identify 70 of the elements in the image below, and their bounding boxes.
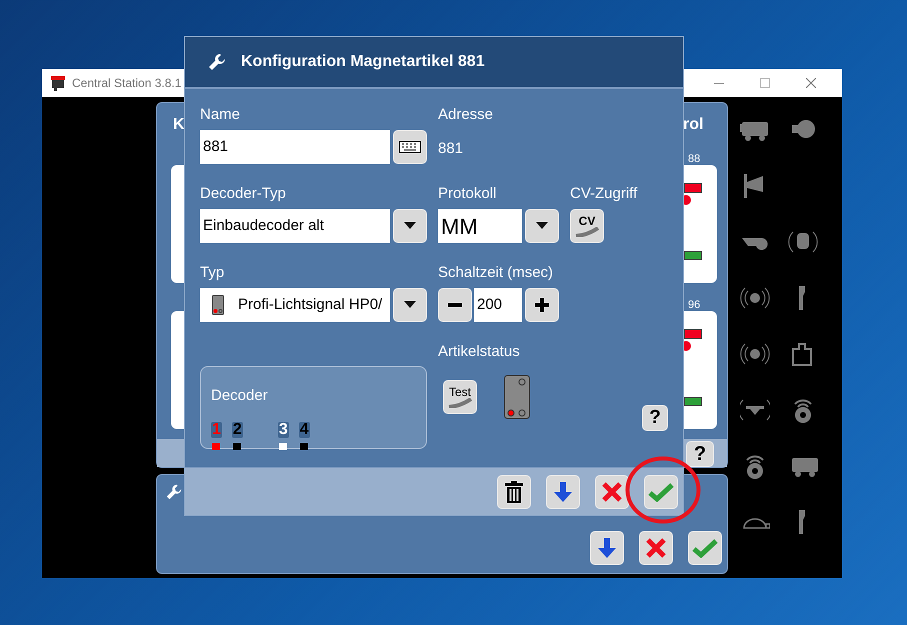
signal-bar — [684, 329, 702, 339]
cancel-button[interactable] — [595, 474, 629, 508]
help-button[interactable]: ? — [642, 405, 668, 431]
cancel-icon — [601, 480, 623, 502]
panel-title: rol — [683, 115, 704, 135]
light-signal-icon — [504, 375, 530, 419]
card-label: 88 — [688, 152, 700, 167]
decoder-type-select[interactable]: Einbaudecoder alt — [200, 209, 390, 243]
checkmark-icon — [648, 482, 674, 502]
signal-bar — [684, 397, 702, 406]
address-value: 881 — [438, 139, 464, 159]
trash-icon — [505, 480, 523, 502]
output-number: 2 — [232, 422, 243, 438]
dialog-title: Konfiguration Magnetartikel 881 — [241, 52, 485, 72]
name-field[interactable]: 881 — [200, 130, 390, 164]
move-down-button[interactable] — [590, 531, 624, 565]
close-icon — [806, 78, 816, 88]
delete-button[interactable] — [497, 474, 531, 508]
dropdown-button[interactable] — [393, 209, 427, 243]
card-label: 96 — [688, 298, 700, 313]
minus-icon — [448, 303, 462, 307]
confirm-button[interactable] — [644, 474, 678, 508]
wrench-icon — [207, 52, 227, 72]
cancel-icon — [645, 537, 667, 559]
help-button[interactable]: ? — [686, 441, 714, 467]
field-label: Decoder-Typ — [200, 185, 287, 203]
field-label: CV-Zugriff — [570, 185, 638, 203]
keyboard-icon — [399, 141, 421, 153]
output-number: 3 — [278, 422, 289, 438]
dropdown-button[interactable] — [525, 209, 559, 243]
move-down-button[interactable] — [546, 474, 580, 508]
track-curve-icon — [574, 227, 600, 237]
decoder-label: Decoder — [211, 386, 269, 406]
test-button[interactable]: Test — [443, 380, 477, 414]
cv-button[interactable]: CV — [570, 209, 604, 243]
minimize-icon — [714, 82, 724, 84]
switch-time-field[interactable]: 200 — [474, 288, 522, 322]
track-curve-icon — [447, 398, 473, 408]
down-arrow-icon — [596, 537, 618, 559]
down-arrow-icon — [552, 480, 574, 502]
field-label: Adresse — [438, 106, 494, 124]
window-title: Central Station 3.8.1 — [72, 75, 182, 92]
output-number: 1 — [211, 422, 222, 438]
maximize-icon — [760, 78, 770, 88]
protocol-select[interactable]: MM — [438, 209, 522, 243]
type-value: Profi-Lichtsignal HP0/ — [238, 294, 382, 315]
plus-icon — [535, 298, 549, 312]
cancel-button[interactable] — [639, 531, 673, 565]
decrease-button[interactable] — [438, 288, 472, 322]
caret-icon — [404, 301, 416, 309]
field-label: Typ — [200, 264, 226, 282]
type-select[interactable]: Profi-Lichtsignal HP0/ — [200, 288, 390, 322]
caret-icon — [404, 222, 416, 230]
light-signal-icon — [212, 295, 224, 315]
caret-icon — [536, 222, 548, 230]
field-label: Artikelstatus — [438, 343, 521, 361]
dropdown-button[interactable] — [393, 288, 427, 322]
confirm-button[interactable] — [688, 531, 722, 565]
signal-bar — [684, 183, 702, 193]
signal-bar — [684, 251, 702, 260]
keyboard-button[interactable] — [393, 130, 427, 164]
app-icon — [50, 75, 66, 91]
field-label: Name — [200, 106, 242, 124]
increase-button[interactable] — [525, 288, 559, 322]
field-label: Schaltzeit (msec) — [438, 264, 554, 282]
checkmark-icon — [692, 538, 718, 558]
output-number: 4 — [298, 422, 310, 438]
field-label: Protokoll — [438, 185, 498, 203]
wrench-icon — [165, 483, 183, 501]
panel-title: K — [173, 115, 185, 135]
